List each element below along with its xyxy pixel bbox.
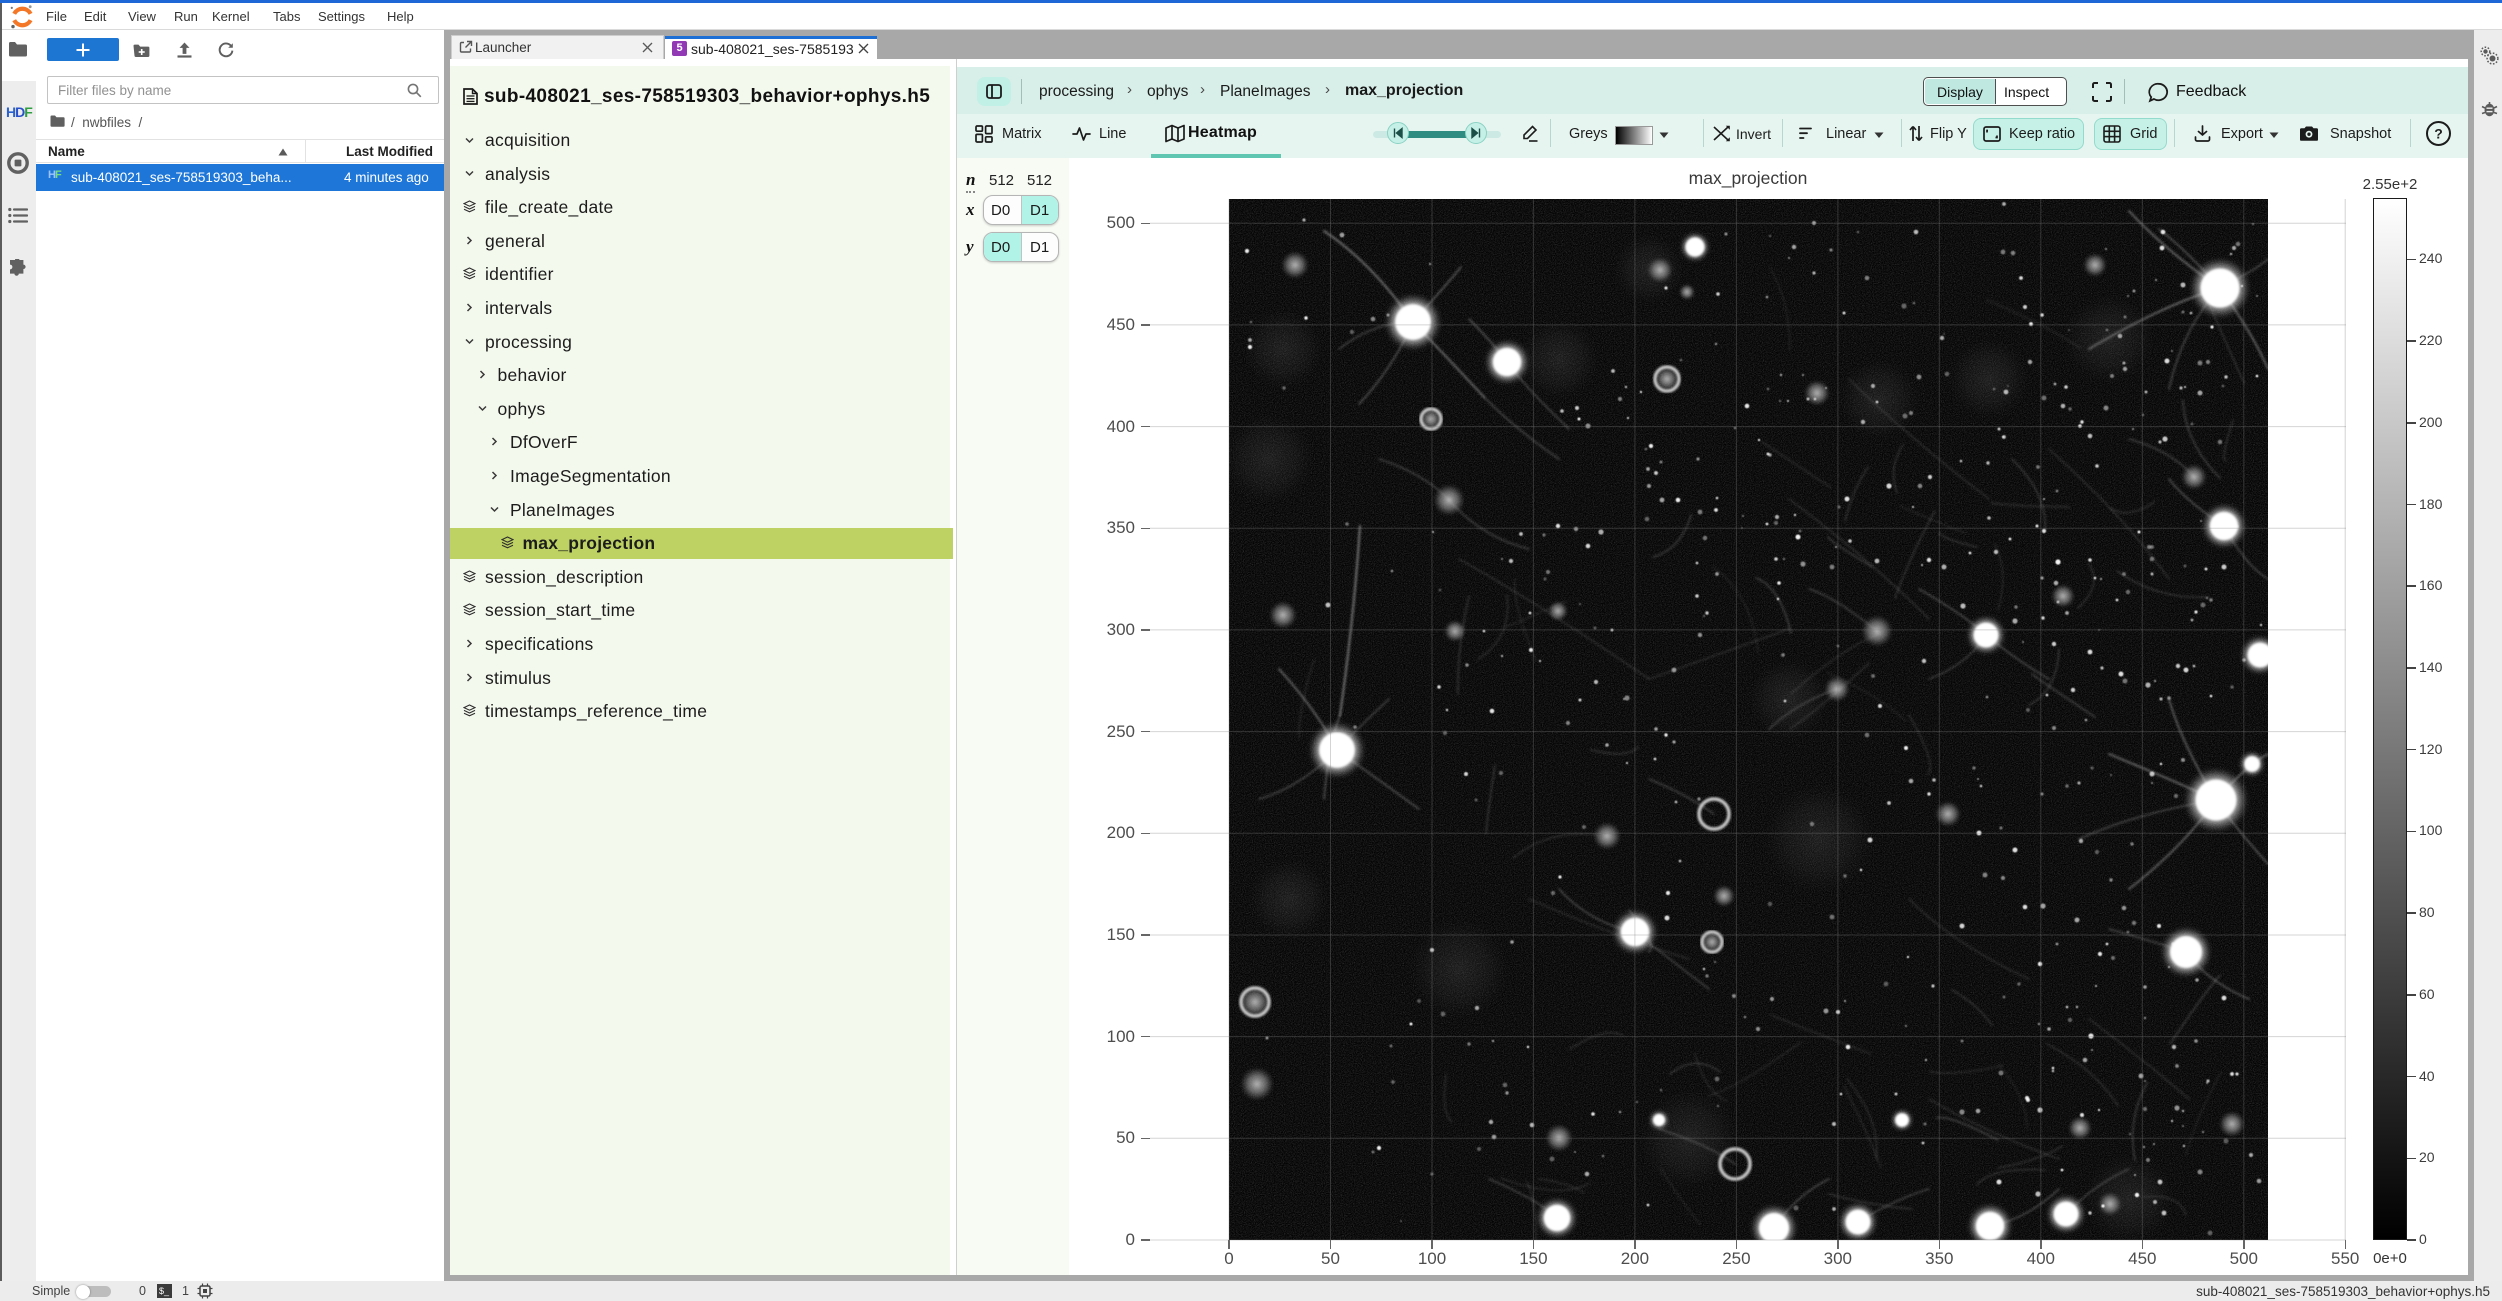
svg-text:?: ? (2434, 126, 2443, 142)
